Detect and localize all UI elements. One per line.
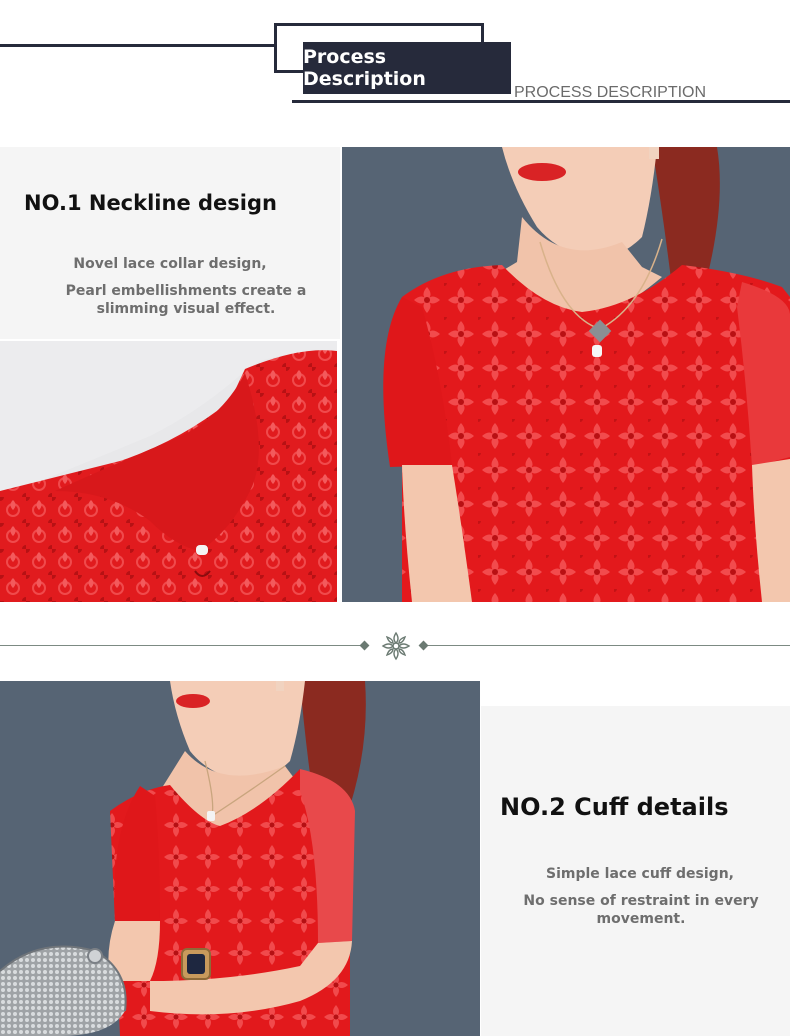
divider-diamond-left <box>359 640 370 651</box>
section2-title: NO.2 Cuff details <box>500 793 729 821</box>
header-title: Process Description <box>303 42 511 94</box>
section2-description-line2: No sense of restraint in every movement. <box>523 893 759 927</box>
section1-description-line1: Novel lace collar design, <box>73 256 267 272</box>
header-line-left <box>0 44 276 47</box>
model-cuff-image <box>0 681 480 1036</box>
section1-description-line2: Pearl embellishments create a slimming v… <box>65 283 307 317</box>
section2-description-line1: Simple lace cuff design, <box>545 866 734 882</box>
flower-ornament-icon <box>380 630 412 662</box>
divider-line-right <box>425 645 790 646</box>
model-front-image <box>342 147 790 602</box>
divider-diamond-right <box>418 640 429 651</box>
neckline-closeup-image <box>0 341 337 602</box>
section1-title: NO.1 Neckline design <box>24 191 277 215</box>
header-frame-bottom <box>274 70 304 73</box>
header-line-right <box>292 100 790 103</box>
divider-line-left <box>0 645 365 646</box>
